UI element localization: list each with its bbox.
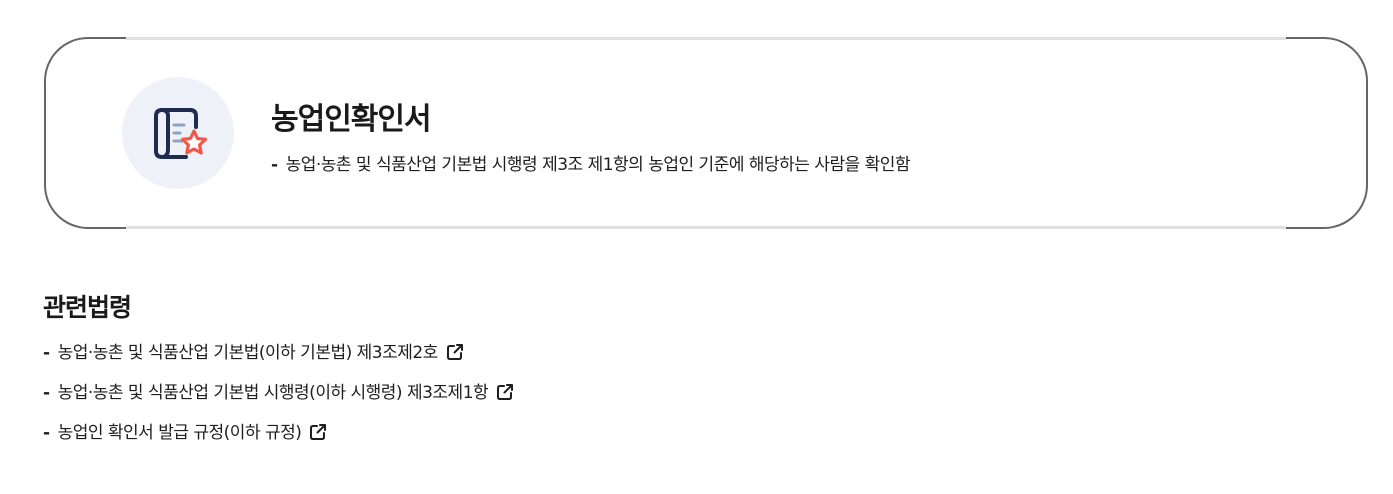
list-item: - 농업·농촌 및 식품산업 기본법(이하 기본법) 제3조제2호 [43, 339, 514, 379]
related-laws-list: - 농업·농촌 및 식품산업 기본법(이하 기본법) 제3조제2호 - 농업·농촌 … [43, 339, 514, 459]
law-link-label: 농업인 확인서 발급 규정(이하 규정) [57, 423, 302, 443]
law-link-label: 농업·농촌 및 식품산업 기본법(이하 기본법) 제3조제2호 [57, 343, 439, 363]
document-description: - 농업·농촌 및 식품산업 기본법 시행령 제3조 제1항의 농업인 기준에 해… [271, 150, 911, 175]
document-title: 농업인확인서 [271, 102, 432, 137]
law-link-enforcement-decree[interactable]: 농업·농촌 및 식품산업 기본법 시행령(이하 시행령) 제3조제1항 [58, 383, 515, 403]
list-item: - 농업인 확인서 발급 규정(이하 규정) [43, 419, 514, 459]
document-icon-badge [122, 77, 234, 189]
description-text: 농업·농촌 및 식품산업 기본법 시행령 제3조 제1항의 농업인 기준에 해당… [285, 155, 911, 175]
card-divider-top [126, 37, 1286, 40]
law-link-issuance-rules[interactable]: 농업인 확인서 발급 규정(이하 규정) [58, 423, 328, 443]
list-bullet: - [43, 343, 50, 363]
document-star-icon [154, 108, 208, 159]
external-link-icon [497, 384, 514, 400]
law-link-label: 농업·농촌 및 식품산업 기본법 시행령(이하 시행령) 제3조제1항 [57, 383, 489, 403]
list-item: - 농업·농촌 및 식품산업 기본법 시행령(이하 시행령) 제3조제1항 [43, 379, 514, 419]
service-summary-card: 농업인확인서 - 농업·농촌 및 식품산업 기본법 시행령 제3조 제1항의 농업… [44, 37, 1368, 229]
law-link-basic-act[interactable]: 농업·농촌 및 식품산업 기본법(이하 기본법) 제3조제2호 [58, 343, 464, 363]
description-bullet: - [271, 155, 278, 175]
card-frame-left [44, 37, 126, 229]
card-frame-right [1286, 37, 1368, 229]
external-link-icon [310, 424, 327, 440]
related-laws-heading: 관련법령 [43, 293, 132, 322]
card-divider-bottom [126, 226, 1286, 229]
list-bullet: - [43, 423, 50, 443]
external-link-icon [446, 344, 463, 360]
list-bullet: - [43, 383, 50, 403]
